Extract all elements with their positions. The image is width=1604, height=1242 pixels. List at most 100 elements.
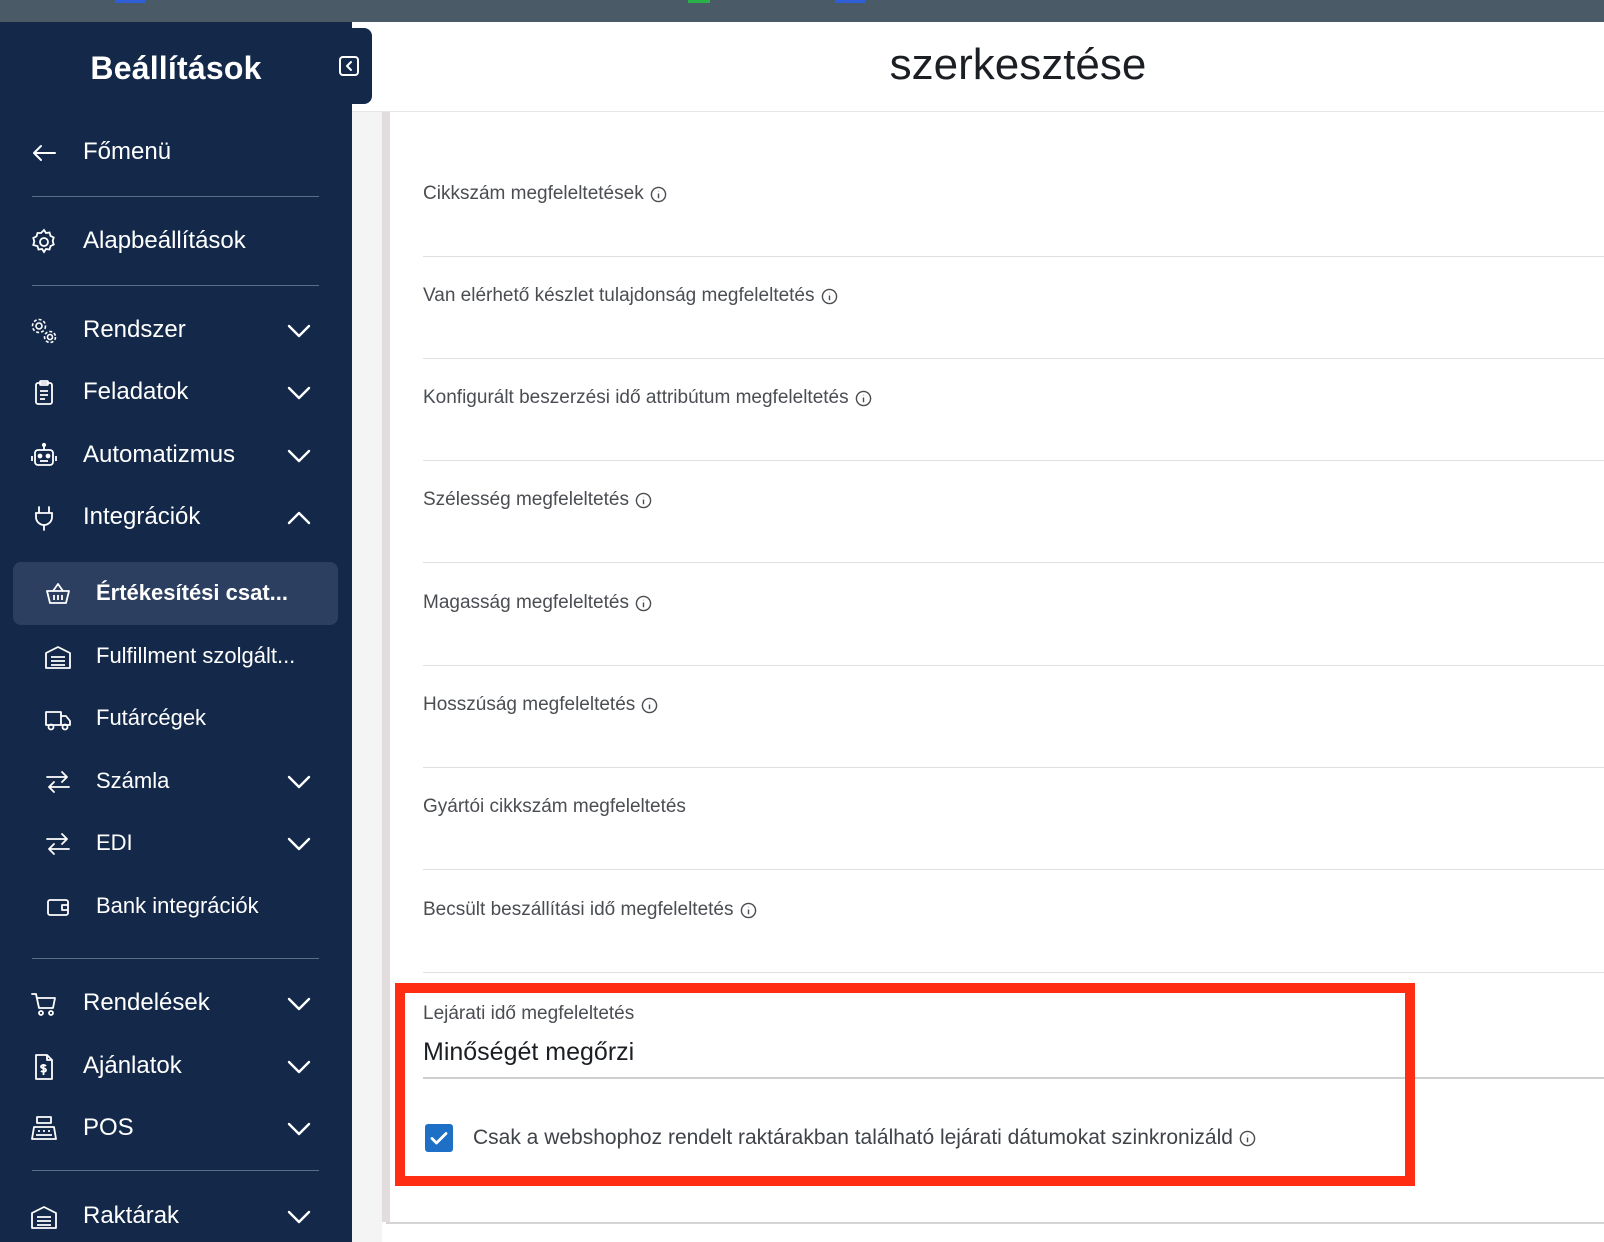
- sidebar-item-label: Értékesítési csat...: [96, 580, 289, 605]
- chevron-down-icon: [287, 1060, 311, 1074]
- sidebar-item-label: Számla: [96, 768, 170, 793]
- chevron-down-icon: [287, 837, 311, 851]
- sidebar-item-integrations[interactable]: Integrációk: [0, 489, 352, 545]
- sidebar-item-edi[interactable]: EDI: [0, 815, 352, 871]
- info-icon[interactable]: [650, 186, 667, 203]
- sidebar-item-orders[interactable]: Rendelések: [0, 975, 352, 1031]
- settings-sidebar: Beállítások Főmenü Alapbeállítások Rends…: [0, 22, 352, 1242]
- sidebar-item-tasks[interactable]: Feladatok: [0, 364, 352, 420]
- field-label: Magasság megfeleltetés: [423, 592, 652, 614]
- chevron-down-icon: [287, 1122, 311, 1136]
- sidebar-item-system[interactable]: Rendszer: [0, 302, 352, 358]
- warehouse-icon: [31, 1206, 57, 1229]
- arrows-exchange-icon: [46, 833, 70, 855]
- sidebar-item-fulfillment[interactable]: Fulfillment szolgált...: [0, 628, 352, 684]
- card-bottom-border: [386, 1222, 1604, 1224]
- tab-indicator: [115, 0, 145, 3]
- info-icon[interactable]: [855, 390, 872, 407]
- sidebar-item-main-menu[interactable]: Főmenü: [0, 124, 352, 180]
- info-icon[interactable]: [641, 697, 658, 714]
- sidebar-item-sales-channels[interactable]: Értékesítési csat...: [0, 565, 352, 621]
- sidebar-item-label: Automatizmus: [83, 441, 236, 468]
- content-left-gutter: [352, 112, 390, 1242]
- field-label-text: Hosszúság megfeleltetés: [423, 694, 636, 715]
- clipboard-icon: [35, 380, 53, 405]
- robot-icon: [31, 442, 57, 466]
- field-label-text: Magasság megfeleltetés: [423, 592, 629, 613]
- sidebar-item-label: Feladatok: [83, 378, 189, 405]
- wallet-icon: [47, 899, 69, 916]
- sidebar-item-label: Alapbeállítások: [83, 227, 246, 254]
- page-title: szerkesztése: [889, 40, 1147, 89]
- sidebar-item-label: Fulfillment szolgált...: [96, 643, 296, 668]
- sidebar-item-label: Rendelések: [83, 989, 210, 1016]
- sidebar-item-label: Integrációk: [83, 503, 201, 530]
- warehouse-icon: [45, 646, 71, 669]
- form-field-length-mapping[interactable]: Hosszúság megfeleltetés: [423, 666, 1604, 768]
- sidebar-item-label: Raktárak: [83, 1202, 180, 1229]
- cash-register-icon: [31, 1116, 57, 1140]
- field-label-text: Gyártói cikkszám megfeleltetés: [423, 796, 686, 817]
- sidebar-item-warehouses[interactable]: Raktárak: [0, 1188, 352, 1242]
- info-icon[interactable]: [635, 492, 652, 509]
- form-field-height-mapping[interactable]: Magasság megfeleltetés: [423, 564, 1604, 666]
- field-label: Szélesség megfeleltetés: [423, 489, 652, 511]
- field-label: Hosszúság megfeleltetés: [423, 694, 658, 716]
- sidebar-item-invoice[interactable]: Számla: [0, 753, 352, 809]
- chevron-up-icon: [287, 511, 311, 525]
- gears-icon: [31, 318, 57, 344]
- field-label-text: Konfigurált beszerzési idő attribútum me…: [423, 387, 849, 408]
- chevron-down-icon: [287, 386, 311, 400]
- plug-icon: [35, 506, 53, 531]
- field-label: Van elérhető készlet tulajdonság megfele…: [423, 285, 838, 307]
- tab-indicator: [688, 0, 710, 3]
- form-field-stock-available-mapping[interactable]: Van elérhető készlet tulajdonság megfele…: [423, 257, 1604, 359]
- sidebar-item-label: Ajánlatok: [83, 1052, 182, 1079]
- sidebar-item-basic-settings[interactable]: Alapbeállítások: [0, 213, 352, 269]
- sidebar-divider: [32, 285, 319, 286]
- collapse-sidebar-button[interactable]: [326, 28, 372, 104]
- sidebar-item-couriers[interactable]: Futárcégek: [0, 690, 352, 746]
- form-field-procurement-time-mapping[interactable]: Konfigurált beszerzési idő attribútum me…: [423, 359, 1604, 461]
- sidebar-item-label: Főmenü: [83, 138, 172, 165]
- field-label: Gyártói cikkszám megfeleltetés: [423, 796, 686, 818]
- chevron-down-icon: [287, 324, 311, 338]
- field-label-text: Van elérhető készlet tulajdonság megfele…: [423, 285, 815, 306]
- sidebar-item-label: Bank integrációk: [96, 893, 259, 918]
- field-label-text: Szélesség megfeleltetés: [423, 489, 629, 510]
- info-icon[interactable]: [635, 595, 652, 612]
- form-field-manufacturer-sku-mapping[interactable]: Gyártói cikkszám megfeleltetés: [423, 768, 1604, 870]
- form-field-width-mapping[interactable]: Szélesség megfeleltetés: [423, 461, 1604, 563]
- sidebar-item-automation[interactable]: Automatizmus: [0, 427, 352, 483]
- form-field-sku-mapping[interactable]: Cikkszám megfeleltetések: [423, 155, 1604, 257]
- highlight-box: [395, 983, 1415, 1186]
- field-label: Becsült beszállítási idő megfeleltetés: [423, 899, 757, 921]
- sidebar-item-label: EDI: [96, 830, 133, 855]
- field-label: Konfigurált beszerzési idő attribútum me…: [423, 387, 872, 409]
- collapse-left-icon: [339, 56, 359, 76]
- sidebar-item-pos[interactable]: POS: [0, 1100, 352, 1156]
- sidebar-item-label: Rendszer: [83, 316, 186, 343]
- browser-top-strip: [0, 0, 1604, 22]
- arrow-left-icon: [33, 145, 56, 161]
- sidebar-item-label: Futárcégek: [96, 705, 207, 730]
- card-left-border: [382, 112, 390, 1222]
- chevron-down-icon: [287, 997, 311, 1011]
- page-header: szerkesztése: [352, 22, 1604, 112]
- field-label-text: Cikkszám megfeleltetések: [423, 183, 644, 204]
- chevron-down-icon: [287, 449, 311, 463]
- cart-icon: [31, 993, 56, 1016]
- gear-icon: [32, 228, 55, 254]
- info-icon[interactable]: [821, 288, 838, 305]
- sidebar-divider: [32, 1170, 319, 1171]
- info-icon[interactable]: [740, 902, 757, 919]
- field-label: Cikkszám megfeleltetések: [423, 183, 667, 205]
- sidebar-item-quotes[interactable]: Ajánlatok: [0, 1038, 352, 1094]
- arrows-exchange-icon: [46, 771, 70, 793]
- sidebar-title: Beállítások: [90, 50, 262, 86]
- truck-icon: [45, 711, 71, 731]
- tab-indicator: [835, 0, 865, 3]
- form-field-estimated-delivery-mapping[interactable]: Becsült beszállítási idő megfeleltetés: [423, 871, 1604, 973]
- basket-icon: [46, 583, 70, 604]
- sidebar-item-bank-integrations[interactable]: Bank integrációk: [0, 878, 352, 934]
